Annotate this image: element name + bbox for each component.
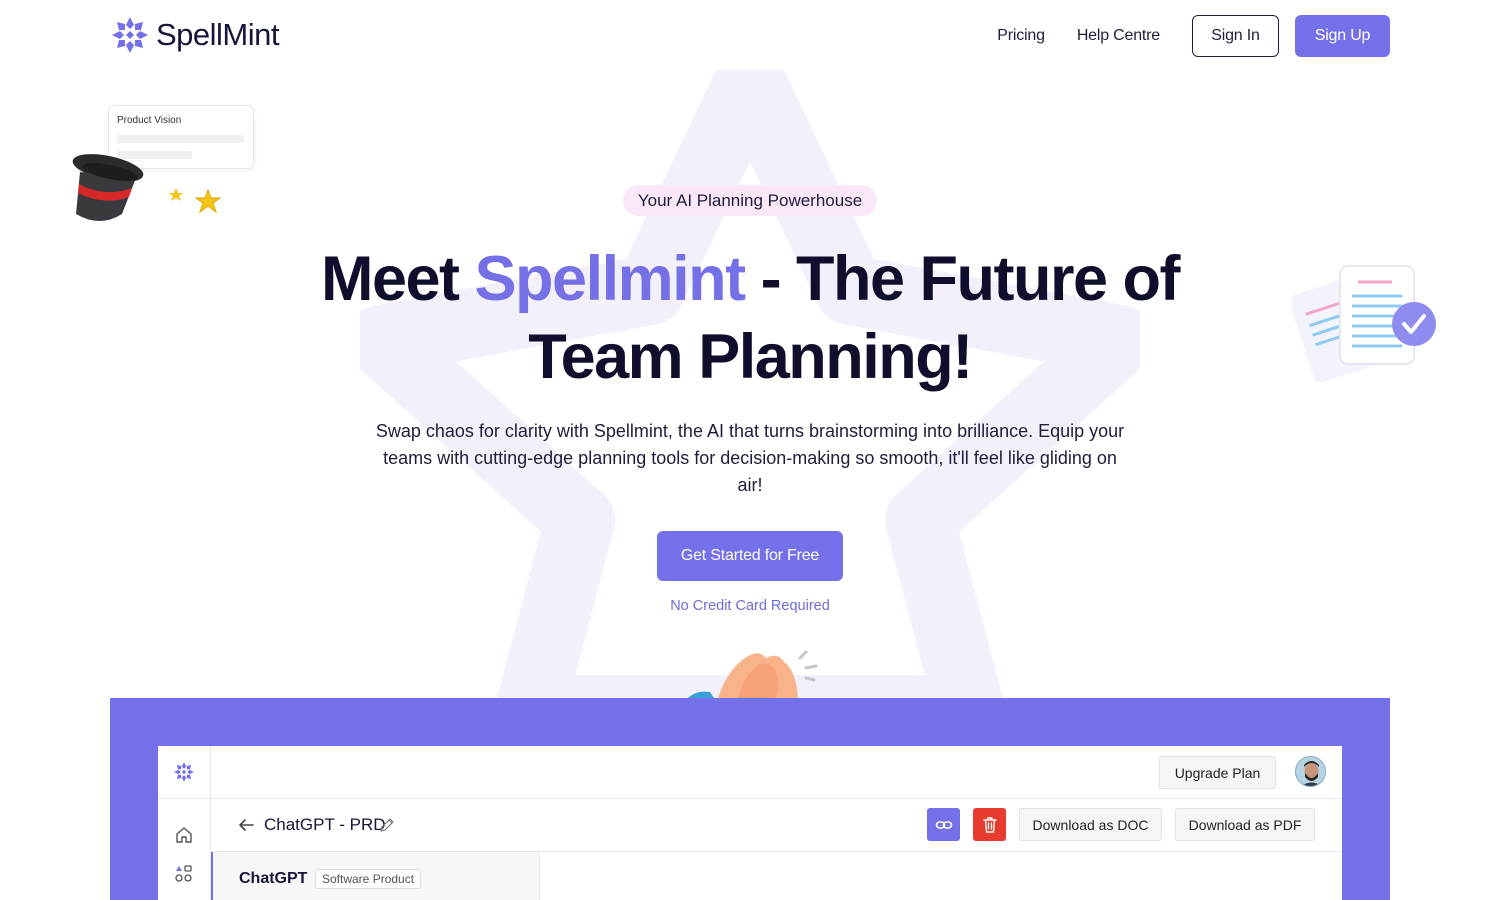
project-header[interactable]: ChatGPT Software Product <box>211 852 540 900</box>
document-title: ChatGPT - PRD <box>264 815 386 834</box>
placeholder-line <box>117 135 244 143</box>
download-pdf-button[interactable]: Download as PDF <box>1175 808 1315 841</box>
apps-icon[interactable] <box>175 865 193 883</box>
trash-icon <box>982 816 997 833</box>
hero-subtitle: Swap chaos for clarity with Spellmint, t… <box>375 421 1125 495</box>
sign-in-button[interactable]: Sign In <box>1192 15 1279 57</box>
spellmint-logo-icon <box>112 17 148 53</box>
sign-up-button[interactable]: Sign Up <box>1295 15 1390 57</box>
project-type-tag: Software Product <box>315 869 422 889</box>
app-topbar: Upgrade Plan <box>211 746 1342 799</box>
spellmint-logo-icon[interactable] <box>173 761 195 783</box>
brand-logo[interactable]: SpellMint <box>110 15 280 55</box>
hero-badge: Your AI Planning Powerhouse <box>623 185 877 216</box>
upgrade-plan-button[interactable]: Upgrade Plan <box>1159 756 1276 789</box>
hero-title-brand: Spellmint <box>474 244 747 314</box>
download-doc-button[interactable]: Download as DOC <box>1019 808 1162 841</box>
get-started-button[interactable]: Get Started for Free <box>657 531 843 581</box>
sidebar-divider <box>158 798 211 799</box>
stars-icon <box>169 188 222 214</box>
document-toolbar: ChatGPT - PRD Download as DOC Download a… <box>211 799 1342 852</box>
pencil-icon[interactable] <box>379 817 395 833</box>
link-icon <box>935 820 952 829</box>
nav-links: Pricing Help Centre Sign In Sign Up <box>997 15 1390 57</box>
hero-title-part: Meet <box>320 244 475 314</box>
project-name: ChatGPT <box>239 870 308 887</box>
app-preview-window: Upgrade Plan ChatGPT - PRD Download as D… <box>158 746 1342 900</box>
clapping-hands-icon <box>688 650 818 698</box>
top-navigation: SpellMint Pricing Help Centre Sign In Si… <box>0 0 1500 72</box>
no-credit-card-note: No Credit Card Required <box>670 598 830 614</box>
back-arrow-icon[interactable] <box>237 816 255 834</box>
home-icon[interactable] <box>175 826 193 844</box>
magic-hat-icon <box>72 154 144 221</box>
delete-button[interactable] <box>973 808 1006 841</box>
copy-link-button[interactable] <box>927 808 960 841</box>
product-vision-card-title: Product Vision <box>117 115 182 126</box>
nav-pricing-link[interactable]: Pricing <box>997 27 1045 45</box>
hero-title: Meet Spellmint - The Future of Team Plan… <box>300 240 1200 396</box>
app-sidebar <box>158 746 211 900</box>
user-avatar-icon <box>1296 757 1325 786</box>
nav-help-centre-link[interactable]: Help Centre <box>1077 27 1160 45</box>
avatar[interactable] <box>1295 756 1326 787</box>
documents-check-icon <box>1292 265 1436 383</box>
brand-name: SpellMint <box>156 17 280 52</box>
